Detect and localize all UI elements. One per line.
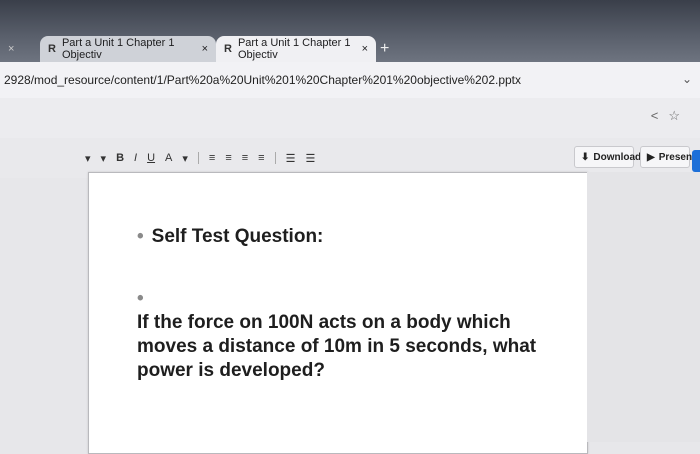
bullet-list-icon[interactable]: ☰	[305, 152, 315, 165]
side-area	[587, 172, 700, 442]
account-button[interactable]	[692, 150, 700, 172]
dropdown-icon[interactable]: ▾	[101, 152, 107, 165]
tab-title: Part a Unit 1 Chapter 1 Objectiv	[61, 37, 175, 61]
url-text[interactable]: 2928/mod_resource/content/1/Part%20a%20U…	[4, 73, 521, 87]
favicon-icon: R	[48, 43, 56, 55]
divider	[197, 152, 199, 164]
dropdown-icon[interactable]: ▾	[182, 152, 188, 165]
new-tab-button[interactable]: +	[380, 40, 389, 58]
browser-toolbar: < ☆	[0, 98, 700, 138]
browser-tab-bar: × R Part a Unit 1 Chapter 1 Objectiv × R…	[0, 0, 700, 62]
slide-canvas: • Self Test Question: • If the force on 10…	[88, 172, 588, 454]
bullet-icon: •	[137, 288, 144, 309]
tab-title: Part a Unit 1 Chapter 1 Objectiv	[237, 37, 351, 61]
font-color-button[interactable]: A	[165, 152, 172, 164]
align-left-icon[interactable]: ≡	[209, 152, 215, 164]
bullet-item: • If the force on 100N acts on a body whi…	[137, 287, 547, 383]
close-icon[interactable]: ×	[8, 43, 14, 55]
present-icon: ▶	[647, 151, 655, 163]
bullet-text: Self Test Question:	[151, 226, 324, 247]
download-label: Download	[593, 151, 642, 163]
italic-button[interactable]: I	[134, 152, 137, 164]
close-icon[interactable]: ×	[202, 43, 208, 55]
chevron-down-icon[interactable]: ⌄	[682, 72, 692, 86]
tab-2[interactable]: R Part a Unit 1 Chapter 1 Objectiv ×	[216, 36, 376, 62]
share-icon[interactable]: <	[651, 108, 659, 124]
star-icon[interactable]: ☆	[668, 108, 680, 124]
format-toolbar: ▾ ▾ B I U A ▾ ≡ ≡ ≡ ≡ ☰ ☰	[85, 146, 315, 170]
download-icon: ⬇	[581, 151, 590, 163]
bullet-icon: •	[137, 226, 144, 247]
align-right-icon[interactable]: ≡	[242, 152, 248, 164]
divider	[274, 152, 276, 164]
present-button[interactable]: ▶ Present	[640, 146, 695, 168]
underline-button[interactable]: U	[147, 152, 155, 164]
tab-partial[interactable]: ×	[0, 36, 40, 62]
tab-1[interactable]: R Part a Unit 1 Chapter 1 Objectiv ×	[40, 36, 216, 62]
present-label: Present	[658, 151, 696, 163]
favicon-icon: R	[224, 43, 232, 55]
align-center-icon[interactable]: ≡	[225, 152, 231, 164]
bold-button[interactable]: B	[116, 152, 124, 164]
align-justify-icon[interactable]: ≡	[258, 152, 264, 164]
download-button[interactable]: ⬇ Download	[574, 146, 641, 168]
dropdown-icon[interactable]: ▾	[85, 152, 91, 165]
numbered-list-icon[interactable]: ☰	[286, 152, 296, 165]
close-icon[interactable]: ×	[362, 43, 368, 55]
bullet-item: • Self Test Question:	[137, 225, 323, 249]
bullet-text: If the force on 100N acts on a body whic…	[137, 312, 537, 381]
address-bar[interactable]: 2928/mod_resource/content/1/Part%20a%20U…	[0, 62, 700, 98]
